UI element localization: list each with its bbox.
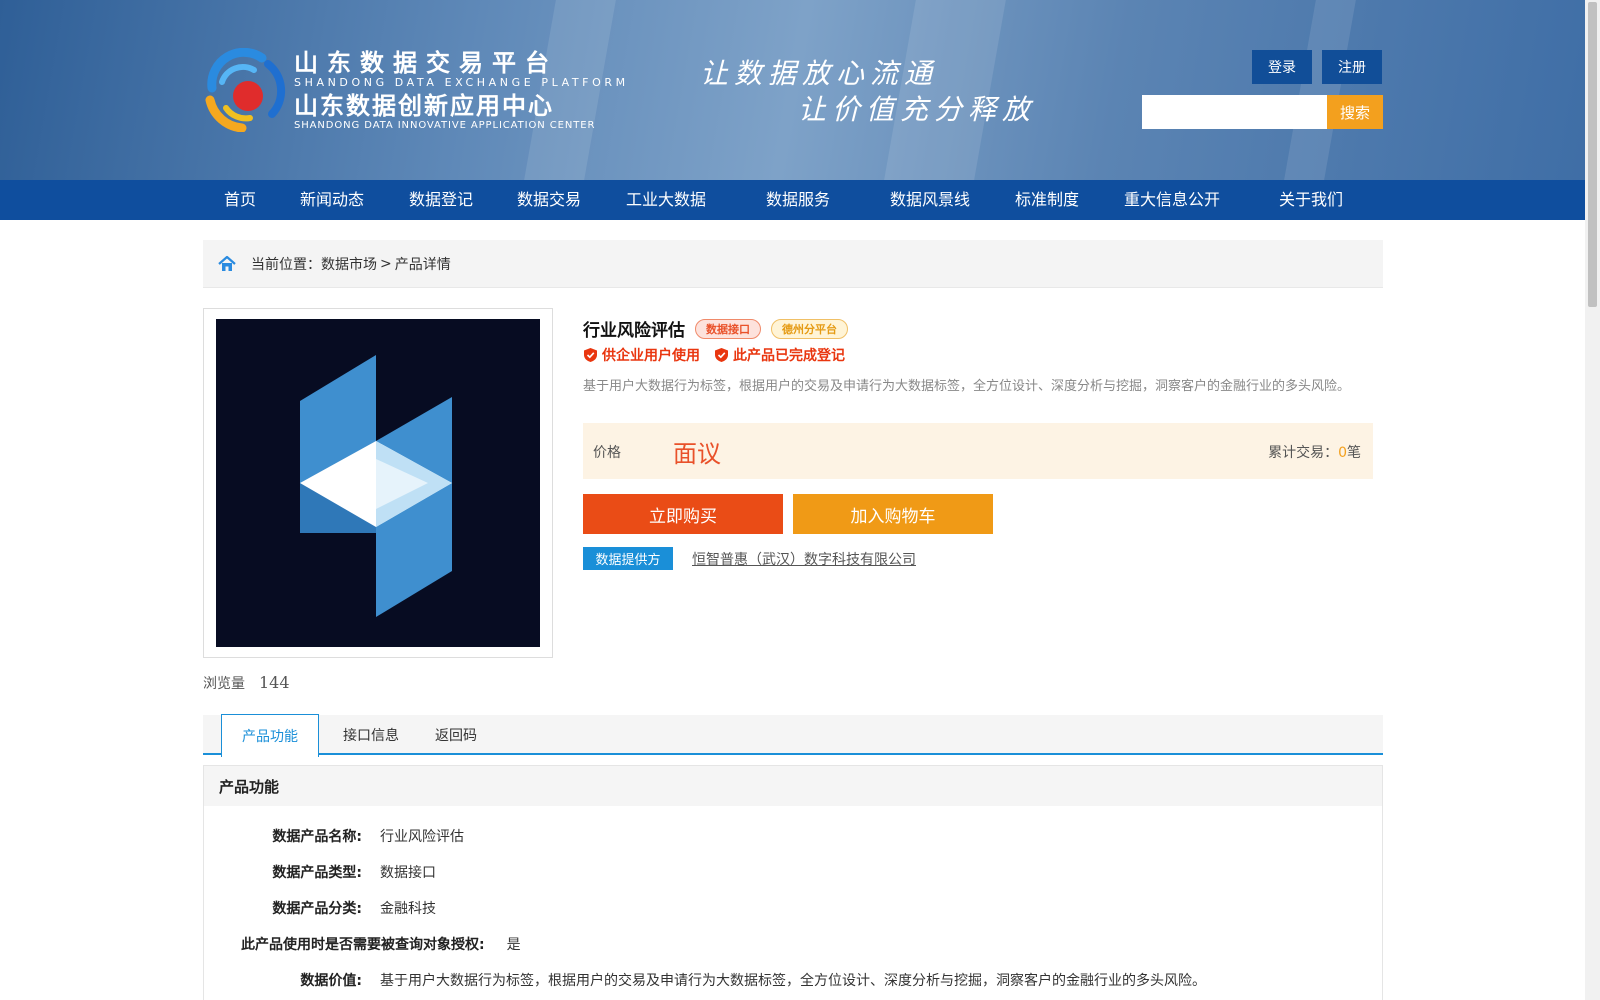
total-transactions-count: 0 — [1338, 445, 1347, 461]
enterprise-badge-label: 供企业用户使用 — [602, 348, 700, 364]
views-number: 144 — [259, 673, 290, 692]
brand-title-cn: 山东数据交易平台 — [294, 49, 558, 77]
main-nav: 首页 新闻动态 数据登记 数据交易 工业大数据 数据服务 数据风景线 标准制度 … — [0, 180, 1585, 220]
header-decoration — [1284, 0, 1356, 180]
slogan-line-1: 让数据放心流通 — [700, 57, 939, 90]
shield-check-icon — [715, 348, 728, 362]
price-panel: 价格 面议 累计交易：0笔 — [583, 423, 1373, 479]
nav-item-data-scenery[interactable]: 数据风景线 — [890, 180, 970, 220]
breadcrumb-separator: > — [380, 255, 392, 272]
info-value: 行业风险评估 — [380, 829, 464, 845]
info-key: 数据价值: — [300, 973, 362, 989]
buy-now-button[interactable]: 立即购买 — [583, 494, 783, 534]
product-image-frame — [203, 308, 553, 658]
breadcrumb-market-link[interactable]: 数据市场 — [321, 254, 377, 274]
provider-link[interactable]: 恒智普惠（武汉）数字科技有限公司 — [692, 549, 916, 569]
product-logo-icon — [300, 355, 452, 617]
info-row: 数据价值: 基于用户大数据行为标签，根据用户的交易及申请行为大数据标签，全方位设… — [204, 970, 1206, 990]
info-value: 数据接口 — [380, 865, 436, 881]
enterprise-badge: 供企业用户使用 — [583, 345, 700, 365]
price-label: 价格 — [593, 445, 621, 461]
total-transactions-unit: 笔 — [1347, 445, 1361, 461]
product-function-section: 产品功能 数据产品名称: 行业风险评估 数据产品类型: 数据接口 数据产品分类:… — [203, 765, 1383, 1000]
scrollbar-thumb[interactable] — [1588, 2, 1597, 307]
product-description: 基于用户大数据行为标签，根据用户的交易及申请行为大数据标签，全方位设计、深度分析… — [583, 379, 1351, 394]
tab-return-codes[interactable]: 返回码 — [421, 715, 491, 755]
page: 山东数据交易平台 SHANDONG DATA EXCHANGE PLATFORM… — [0, 0, 1585, 1000]
nav-item-industrial-data[interactable]: 工业大数据 — [626, 180, 706, 220]
views-label: 浏览量 — [203, 676, 245, 692]
info-key: 数据产品类型: — [272, 865, 362, 881]
info-value: 基于用户大数据行为标签，根据用户的交易及申请行为大数据标签，全方位设计、深度分析… — [380, 973, 1206, 989]
product-platform-tag: 德州分平台 — [771, 318, 848, 339]
info-key: 数据产品名称: — [272, 829, 362, 845]
registered-badge-label: 此产品已完成登记 — [733, 348, 845, 364]
slogan-line-2: 让价值充分释放 — [798, 93, 1037, 126]
provider-label: 数据提供方 — [583, 547, 673, 570]
product-title: 行业风险评估 — [583, 321, 685, 341]
info-key: 数据产品分类: — [272, 901, 362, 917]
price-value: 面议 — [673, 440, 721, 468]
brand-text: 山东数据交易平台 SHANDONG DATA EXCHANGE PLATFORM… — [294, 50, 629, 132]
view-count: 浏览量 144 — [203, 673, 290, 693]
info-row: 数据产品类型: 数据接口 — [204, 862, 436, 882]
breadcrumb-prefix: 当前位置： — [251, 256, 321, 273]
breadcrumb-current: 产品详情 — [394, 256, 451, 273]
registered-badge: 此产品已完成登记 — [714, 345, 845, 365]
info-value: 金融科技 — [380, 901, 436, 917]
nav-item-disclosure[interactable]: 重大信息公开 — [1124, 180, 1220, 220]
home-icon[interactable] — [217, 254, 237, 274]
nav-item-registration[interactable]: 数据登记 — [409, 180, 473, 220]
nav-item-trading[interactable]: 数据交易 — [517, 180, 581, 220]
tab-product-function[interactable]: 产品功能 — [221, 714, 319, 757]
logo-icon — [205, 48, 286, 132]
product-badges: 供企业用户使用 此产品已完成登记 — [583, 345, 845, 365]
product-image — [216, 319, 540, 647]
tab-interface-info[interactable]: 接口信息 — [331, 715, 411, 755]
nav-item-about[interactable]: 关于我们 — [1279, 180, 1343, 220]
site-header: 山东数据交易平台 SHANDONG DATA EXCHANGE PLATFORM… — [0, 0, 1585, 180]
info-row: 数据产品名称: 行业风险评估 — [204, 826, 464, 846]
add-to-cart-button[interactable]: 加入购物车 — [793, 494, 993, 534]
section-title: 产品功能 — [204, 766, 1382, 806]
breadcrumb: 当前位置： 数据市场 > 产品详情 — [203, 240, 1383, 288]
brand-title-en: SHANDONG DATA EXCHANGE PLATFORM — [294, 76, 629, 89]
page-scrollbar[interactable] — [1585, 0, 1600, 1000]
info-row: 此产品使用时是否需要被查询对象授权: 是 — [241, 934, 521, 954]
product-title-row: 行业风险评估 数据接口 德州分平台 — [583, 316, 848, 341]
total-transactions-label: 累计交易： — [1268, 445, 1339, 461]
brand-subtitle-cn: 山东数据创新应用中心 — [294, 92, 554, 120]
search-button[interactable]: 搜索 — [1327, 95, 1383, 129]
info-row: 数据产品分类: 金融科技 — [204, 898, 436, 918]
search-input[interactable] — [1142, 95, 1328, 129]
detail-tabs: 产品功能 接口信息 返回码 — [203, 714, 1383, 757]
nav-item-home[interactable]: 首页 — [224, 180, 256, 220]
nav-item-news[interactable]: 新闻动态 — [300, 180, 364, 220]
product-type-tag: 数据接口 — [695, 318, 761, 339]
brand-subtitle-en: SHANDONG DATA INNOVATIVE APPLICATION CEN… — [294, 120, 596, 131]
total-transactions: 累计交易：0笔 — [1268, 442, 1361, 462]
login-button[interactable]: 登录 — [1252, 50, 1312, 84]
nav-item-data-service[interactable]: 数据服务 — [766, 180, 830, 220]
shield-check-icon — [584, 348, 597, 362]
register-button[interactable]: 注册 — [1322, 50, 1382, 84]
info-value: 是 — [506, 937, 521, 953]
nav-item-standards[interactable]: 标准制度 — [1015, 180, 1079, 220]
info-key: 此产品使用时是否需要被查询对象授权: — [241, 937, 485, 953]
